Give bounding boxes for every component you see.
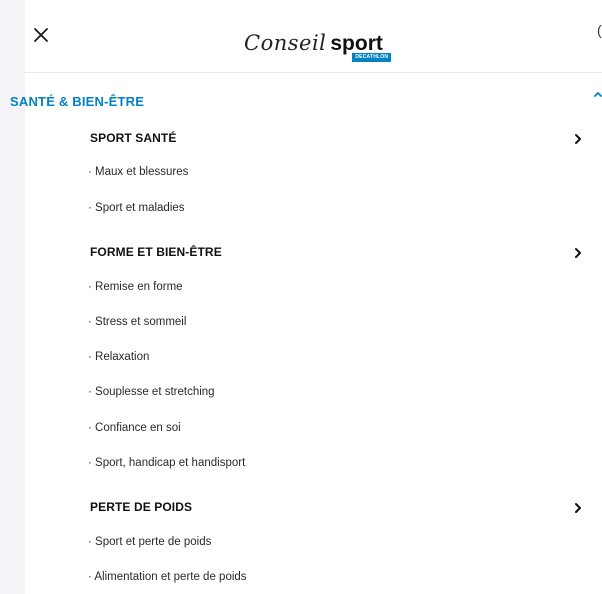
menu-item-sport-et-maladies[interactable]: · Sport et maladies (0, 202, 602, 222)
logo[interactable]: Conseil sport DECATHLON (244, 20, 392, 62)
menu-item-label: · Relaxation (88, 351, 150, 363)
category-label: FORME ET BIEN-ÊTRE (90, 245, 222, 259)
menu-item-souplesse-et-stretching[interactable]: · Souplesse et stretching (0, 386, 602, 406)
logo-sport-text: sport (330, 32, 383, 55)
chevron-right-icon (572, 131, 584, 147)
header: Conseil sport DECATHLON ( (0, 0, 602, 72)
decathlon-badge: DECATHLON (352, 53, 392, 62)
chevron-up-icon[interactable] (593, 88, 602, 102)
menu-item-label: · Remise en forme (88, 281, 183, 293)
menu-item-label: · Maux et blessures (88, 166, 189, 178)
menu-item-label: · Sport et maladies (88, 202, 185, 214)
menu-item-label: · Sport, handicap et handisport (88, 457, 246, 469)
menu-item-label: · Stress et sommeil (88, 316, 187, 328)
logo-script-text: Conseil (244, 31, 327, 55)
chevron-right-icon (572, 500, 584, 516)
menu-item-relaxation[interactable]: · Relaxation (0, 351, 602, 371)
category-label: SPORT SANTÉ (90, 131, 177, 145)
chevron-right-icon (572, 245, 584, 261)
logo-sport-wrap: sport DECATHLON (330, 32, 392, 62)
divider (25, 72, 602, 73)
menu-item-sport-handicap-et-handisport[interactable]: · Sport, handicap et handisport (0, 457, 602, 477)
menu-item-confiance-en-soi[interactable]: · Confiance en soi (0, 422, 602, 442)
category-label: PERTE DE POIDS (90, 500, 193, 514)
menu-item-remise-en-forme[interactable]: · Remise en forme (0, 281, 602, 301)
category-perte-de-poids[interactable]: PERTE DE POIDS (0, 500, 602, 520)
menu-item-maux-et-blessures[interactable]: · Maux et blessures (0, 166, 602, 186)
menu-item-stress-et-sommeil[interactable]: · Stress et sommeil (0, 316, 602, 336)
category-sport-sante[interactable]: SPORT SANTÉ (0, 131, 602, 151)
close-icon (34, 28, 48, 42)
close-button[interactable] (30, 24, 52, 46)
category-forme-et-bien-etre[interactable]: FORME ET BIEN-ÊTRE (0, 245, 602, 265)
menu-item-label: · Souplesse et stretching (88, 386, 215, 398)
menu-item-sport-et-perte-de-poids[interactable]: · Sport et perte de poids (0, 536, 602, 556)
section-title[interactable]: SANTÉ & BIEN-ÊTRE (10, 94, 144, 109)
menu-item-label: · Sport et perte de poids (88, 536, 212, 548)
menu-item-label: · Alimentation et perte de poids (88, 571, 247, 583)
menu-item-label: · Confiance en soi (88, 422, 181, 434)
menu-item-alimentation-et-perte-de-poids[interactable]: · Alimentation et perte de poids (0, 571, 602, 591)
search-icon[interactable]: ( (597, 22, 602, 38)
